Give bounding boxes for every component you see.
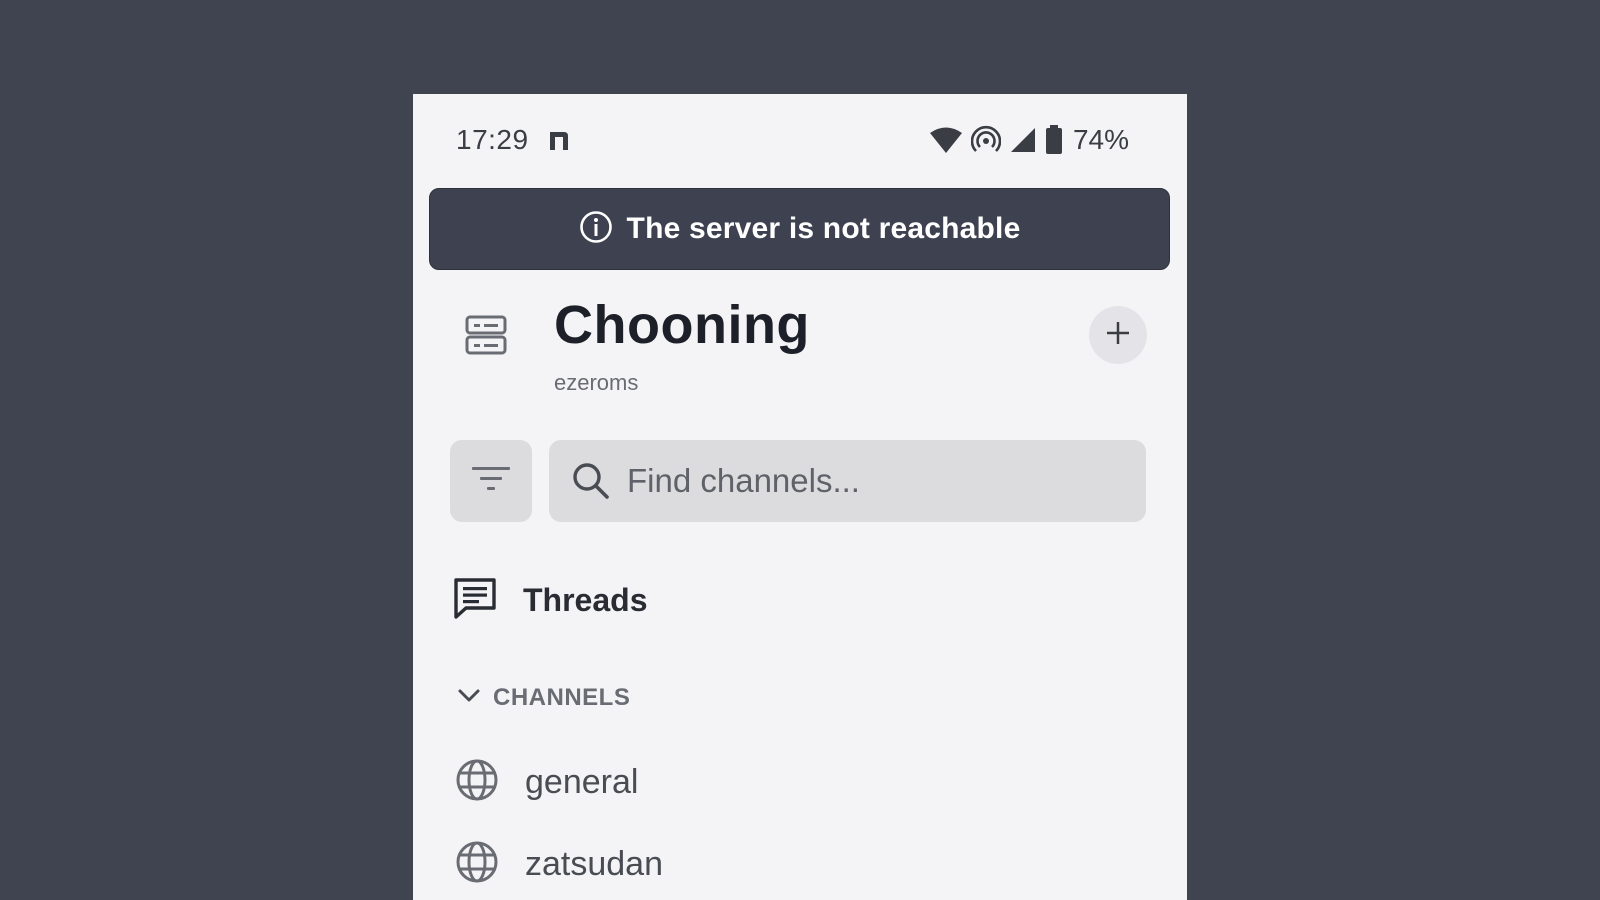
- channels-section-toggle[interactable]: CHANNELS: [457, 678, 630, 718]
- server-icon[interactable]: [465, 314, 507, 356]
- app-screen: 17:29 74% The server is not reachable Ch…: [413, 94, 1187, 900]
- notification-app-icon: [547, 128, 571, 152]
- globe-icon: [455, 840, 499, 889]
- chevron-down-icon: [457, 684, 481, 713]
- hotspot-icon: [970, 125, 1001, 155]
- battery-icon: [1045, 125, 1063, 155]
- banner-message: The server is not reachable: [626, 212, 1021, 245]
- info-icon: [579, 210, 613, 249]
- status-indicators: 74%: [929, 122, 1129, 158]
- signal-icon: [1009, 126, 1037, 154]
- add-button[interactable]: [1089, 306, 1147, 364]
- channels-section-label: CHANNELS: [493, 684, 631, 711]
- threads-icon: [453, 577, 497, 624]
- status-bar: 17:29 74%: [413, 94, 1187, 188]
- team-title: Chooning: [554, 295, 810, 355]
- status-time: 17:29: [456, 124, 529, 155]
- globe-icon: [455, 758, 499, 807]
- channel-search[interactable]: [549, 440, 1146, 522]
- threads-item[interactable]: Threads: [453, 570, 647, 630]
- channel-item-zatsudan[interactable]: zatsudan: [455, 836, 663, 892]
- threads-label: Threads: [523, 581, 648, 618]
- filter-icon: [471, 464, 511, 499]
- filter-button[interactable]: [450, 440, 532, 522]
- channel-label: zatsudan: [525, 844, 663, 883]
- connection-banner: The server is not reachable: [429, 188, 1170, 270]
- search-icon: [571, 461, 611, 501]
- search-input[interactable]: [625, 461, 1109, 501]
- wifi-icon: [929, 126, 963, 154]
- plus-icon: [1106, 321, 1130, 350]
- channel-label: general: [525, 762, 639, 801]
- team-subtitle: ezeroms: [554, 370, 639, 395]
- battery-percentage: 74%: [1072, 124, 1129, 155]
- channel-item-general[interactable]: general: [455, 754, 638, 810]
